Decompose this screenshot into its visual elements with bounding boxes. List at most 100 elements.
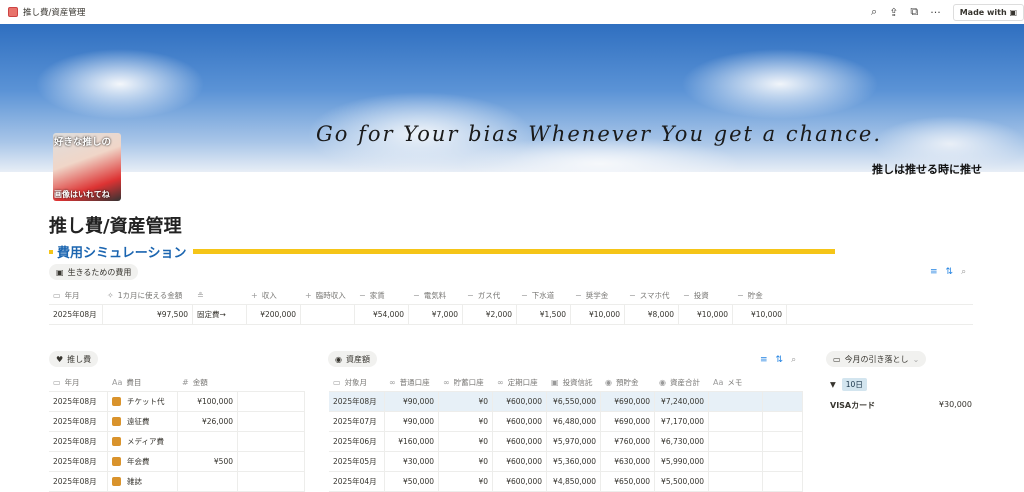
table-cell[interactable]	[238, 472, 305, 491]
table-cell[interactable]	[763, 452, 803, 471]
table-cell[interactable]: ¥2,000	[463, 305, 517, 324]
view-tab-oshi[interactable]: ♥ 推し費	[49, 351, 99, 367]
table-cell[interactable]: ¥600,000	[493, 432, 547, 451]
column-header[interactable]: − 電気料	[409, 286, 463, 304]
table-cell[interactable]: ¥630,000	[601, 452, 655, 471]
column-header[interactable]: − ガス代	[463, 286, 517, 304]
column-header[interactable]: ▭ 対象月	[329, 373, 385, 391]
table-cell[interactable]: ¥600,000	[493, 392, 547, 411]
table-cell[interactable]: 2025年08月	[49, 305, 103, 324]
table-cell[interactable]: ¥90,000	[385, 412, 439, 431]
column-header[interactable]: ▭ 年月	[49, 286, 103, 304]
table-cell[interactable]: ¥600,000	[493, 452, 547, 471]
table-cell[interactable]	[763, 392, 803, 411]
column-header[interactable]: ≗	[193, 286, 247, 304]
table-cell[interactable]	[763, 472, 803, 491]
table-cell[interactable]: 2025年08月	[49, 472, 108, 491]
table-cell[interactable]	[238, 452, 305, 471]
table-cell[interactable]: ¥100,000	[178, 392, 238, 411]
table-cell[interactable]: ¥7,240,000	[655, 392, 709, 411]
column-header[interactable]: − スマホ代	[625, 286, 679, 304]
table-cell[interactable]: ¥650,000	[601, 472, 655, 491]
table-cell[interactable]: 2025年04月	[329, 472, 385, 491]
search-icon[interactable]: ⌕	[961, 267, 966, 277]
table-cell[interactable]	[709, 412, 763, 431]
table-cell[interactable]: ¥5,970,000	[547, 432, 601, 451]
table-cell[interactable]: 2025年08月	[49, 452, 108, 471]
table-cell[interactable]: チケット代	[108, 392, 178, 411]
duplicate-icon[interactable]: ⧉	[910, 5, 918, 19]
table-cell[interactable]: ¥1,500	[517, 305, 571, 324]
table-cell[interactable]: ¥690,000	[601, 412, 655, 431]
table-cell[interactable]	[178, 472, 238, 491]
table-row[interactable]: 2025年06月 ¥160,000 ¥0 ¥600,000 ¥5,970,000 ¥760…	[329, 432, 803, 452]
table-cell[interactable]: ¥200,000	[247, 305, 301, 324]
table-cell[interactable]: ¥600,000	[493, 412, 547, 431]
filter-icon[interactable]: ≡	[930, 267, 938, 277]
column-header[interactable]: ◉ 預貯金	[601, 373, 655, 391]
table-cell[interactable]: ¥0	[439, 452, 493, 471]
table-cell[interactable]: ¥760,000	[601, 432, 655, 451]
more-icon[interactable]: ···	[930, 6, 941, 19]
table-cell[interactable]: ¥0	[439, 412, 493, 431]
column-header[interactable]: Aa メモ	[709, 373, 763, 391]
table-cell[interactable]: 2025年08月	[49, 432, 108, 451]
filter-icon[interactable]: ≡	[760, 355, 768, 365]
column-header[interactable]	[238, 373, 305, 391]
table-cell[interactable]: ¥54,000	[355, 305, 409, 324]
group-header[interactable]: ▼ 10日	[830, 378, 867, 391]
table-cell[interactable]: ¥6,480,000	[547, 412, 601, 431]
table-cell[interactable]: ¥10,000	[733, 305, 787, 324]
table-cell[interactable]	[301, 305, 355, 324]
table-cell[interactable]: 遠征費	[108, 412, 178, 431]
view-tab-withdrawal[interactable]: ▭ 今月の引き落とし ⌄	[826, 351, 927, 367]
table-cell[interactable]: ¥97,500	[103, 305, 193, 324]
table-cell[interactable]: ¥5,360,000	[547, 452, 601, 471]
table-row[interactable]: 2025年08月 ¥90,000 ¥0 ¥600,000 ¥6,550,000 ¥690,…	[329, 392, 803, 412]
table-row[interactable]: 2025年08月 チケット代 ¥100,000	[49, 392, 305, 412]
table-cell[interactable]	[709, 392, 763, 411]
table-cell[interactable]: ¥6,730,000	[655, 432, 709, 451]
search-icon[interactable]: ⌕	[791, 355, 796, 365]
table-cell[interactable]: ¥0	[439, 472, 493, 491]
table-row[interactable]: 2025年08月 ¥97,500 固定費→ ¥200,000 ¥54,000 ¥7,000…	[49, 305, 973, 325]
column-header[interactable]: Aa 費目	[108, 373, 178, 391]
table-row[interactable]: 2025年08月 メディア費	[49, 432, 305, 452]
column-header[interactable]: ✧ 1カ月に使える金額	[103, 286, 193, 304]
table-cell[interactable]	[709, 472, 763, 491]
table-cell[interactable]: 雑誌	[108, 472, 178, 491]
column-header[interactable]: + 収入	[247, 286, 301, 304]
table-cell[interactable]: ¥0	[439, 432, 493, 451]
breadcrumb[interactable]: 推し費/資産管理	[8, 6, 85, 18]
table-cell[interactable]	[238, 392, 305, 411]
table-cell[interactable]: ¥10,000	[679, 305, 733, 324]
column-header[interactable]: # 金額	[178, 373, 238, 391]
table-row[interactable]: 2025年04月 ¥50,000 ¥0 ¥600,000 ¥4,850,000 ¥650,…	[329, 472, 803, 492]
column-header[interactable]: ∞ 普通口座	[385, 373, 439, 391]
column-header[interactable]: + 臨時収入	[301, 286, 355, 304]
table-cell[interactable]: ¥30,000	[385, 452, 439, 471]
table-cell[interactable]: 2025年08月	[49, 412, 108, 431]
column-header[interactable]: − 貯金	[733, 286, 787, 304]
table-cell[interactable]: ¥7,170,000	[655, 412, 709, 431]
table-cell[interactable]: ¥690,000	[601, 392, 655, 411]
column-header[interactable]: ▭ 年月	[49, 373, 108, 391]
table-cell[interactable]: ¥7,000	[409, 305, 463, 324]
table-cell[interactable]: 2025年07月	[329, 412, 385, 431]
table-cell[interactable]: ¥0	[439, 392, 493, 411]
page-icon[interactable]: 好きな推しの 画像はいれてね	[53, 133, 121, 201]
share-icon[interactable]: ⇪	[889, 6, 898, 19]
column-header[interactable]: − 家賃	[355, 286, 409, 304]
sort-icon[interactable]: ⇅	[946, 267, 954, 277]
table-row[interactable]: 2025年05月 ¥30,000 ¥0 ¥600,000 ¥5,360,000 ¥630,…	[329, 452, 803, 472]
table-cell[interactable]: 2025年08月	[49, 392, 108, 411]
view-tab-assets[interactable]: ◉ 資産額	[328, 351, 377, 367]
table-cell[interactable]	[763, 412, 803, 431]
table-cell[interactable]	[238, 412, 305, 431]
table-cell[interactable]: ¥90,000	[385, 392, 439, 411]
table-cell[interactable]: 年会費	[108, 452, 178, 471]
view-tab-living[interactable]: ▣ 生きるための費用	[49, 264, 139, 280]
table-cell[interactable]	[709, 432, 763, 451]
table-row[interactable]: 2025年07月 ¥90,000 ¥0 ¥600,000 ¥6,480,000 ¥690,…	[329, 412, 803, 432]
table-cell[interactable]: ¥5,990,000	[655, 452, 709, 471]
